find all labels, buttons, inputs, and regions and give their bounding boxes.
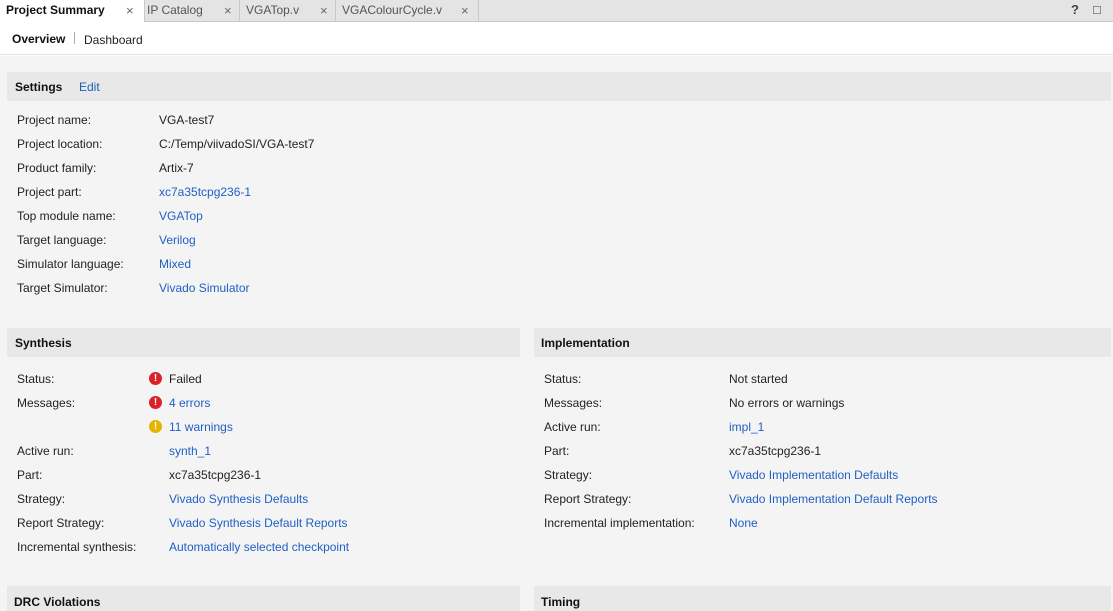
implementation-status-value: Not started [729,372,788,386]
settings-header: Settings Edit [7,72,1111,101]
synthesis-strategy-link[interactable]: Vivado Synthesis Defaults [169,492,308,506]
synthesis-status-value: Failed [169,372,202,386]
field-label: Product family: [17,161,97,175]
close-icon[interactable]: × [126,1,134,20]
section-title: Settings [15,80,63,94]
section-title: Synthesis [15,336,72,350]
tab-ip-catalog[interactable]: IP Catalog × [145,0,240,21]
field-label: Simulator language: [17,257,124,271]
field-label: Part: [544,444,570,458]
tab-label: VGATop.v [246,3,300,17]
help-icon[interactable]: ? [1071,2,1079,17]
summary-content: Settings Edit Project name: VGA-test7 Pr… [0,56,1113,611]
synthesis-header: Synthesis [7,328,520,357]
nav-overview[interactable]: Overview [12,32,65,46]
implementation-active-run-link[interactable]: impl_1 [729,420,764,434]
timing-header: Timing [534,586,1111,611]
synthesis-part-value: xc7a35tcpg236-1 [169,468,262,482]
field-label: Status: [17,372,55,386]
editor-tab-bar: Project Summary × IP Catalog × VGATop.v … [0,0,1113,22]
synthesis-report-strategy-link[interactable]: Vivado Synthesis Default Reports [169,516,348,530]
implementation-messages-value: No errors or warnings [729,396,845,410]
nav-divider [74,32,75,44]
top-module-link[interactable]: VGATop [159,209,203,223]
field-label: Target Simulator: [17,281,108,295]
target-simulator-link[interactable]: Vivado Simulator [159,281,250,295]
synthesis-warnings-link[interactable]: 11 warnings [169,420,233,434]
edit-settings-link[interactable]: Edit [79,80,100,94]
close-icon[interactable]: × [224,1,232,20]
implementation-strategy-link[interactable]: Vivado Implementation Defaults [729,468,898,482]
section-title: Implementation [541,336,630,350]
error-icon: ! [149,396,162,409]
drc-violations-header: DRC Violations [7,586,520,611]
field-label: Incremental implementation: [544,516,695,530]
project-location-value: C:/Temp/viivadoSI/VGA-test7 [159,137,315,151]
project-part-link[interactable]: xc7a35tcpg236-1 [159,185,251,199]
field-label: Strategy: [17,492,66,506]
synthesis-incremental-link[interactable]: Automatically selected checkpoint [169,540,349,554]
tab-label: Project Summary [6,3,105,17]
section-title: Timing [541,595,581,609]
field-label: Project name: [17,113,92,127]
section-title: DRC Violations [14,595,101,609]
tab-project-summary[interactable]: Project Summary × [0,0,145,22]
close-icon[interactable]: × [461,1,469,20]
field-label: Target language: [17,233,107,247]
tab-label: VGAColourCycle.v [342,3,443,17]
field-label: Active run: [544,420,601,434]
field-label: Active run: [17,444,74,458]
simulator-language-link[interactable]: Mixed [159,257,191,271]
warning-icon: ! [149,420,162,433]
field-label: Project part: [17,185,82,199]
field-label: Strategy: [544,468,593,482]
product-family-value: Artix-7 [159,161,194,175]
implementation-incremental-link[interactable]: None [729,516,758,530]
implementation-report-strategy-link[interactable]: Vivado Implementation Default Reports [729,492,938,506]
field-label: Status: [544,372,582,386]
field-label: Report Strategy: [17,516,105,530]
implementation-part-value: xc7a35tcpg236-1 [729,444,822,458]
maximize-icon[interactable]: □ [1093,2,1101,17]
summary-subnav: Overview Dashboard [0,22,1113,55]
field-label: Project location: [17,137,103,151]
nav-dashboard[interactable]: Dashboard [84,33,143,47]
tab-vgacolourcycle[interactable]: VGAColourCycle.v × [336,0,479,21]
tab-vgatop[interactable]: VGATop.v × [240,0,336,21]
field-label: Messages: [544,396,603,410]
field-label: Top module name: [17,209,116,223]
synthesis-active-run-link[interactable]: synth_1 [169,444,211,458]
field-label: Part: [17,468,43,482]
field-label: Messages: [17,396,76,410]
implementation-header: Implementation [534,328,1111,357]
synthesis-errors-link[interactable]: 4 errors [169,396,210,410]
target-language-link[interactable]: Verilog [159,233,196,247]
close-icon[interactable]: × [320,1,328,20]
project-name-value: VGA-test7 [159,113,215,127]
field-label: Incremental synthesis: [17,540,137,554]
error-icon: ! [149,372,162,385]
field-label: Report Strategy: [544,492,632,506]
tab-label: IP Catalog [147,3,203,17]
